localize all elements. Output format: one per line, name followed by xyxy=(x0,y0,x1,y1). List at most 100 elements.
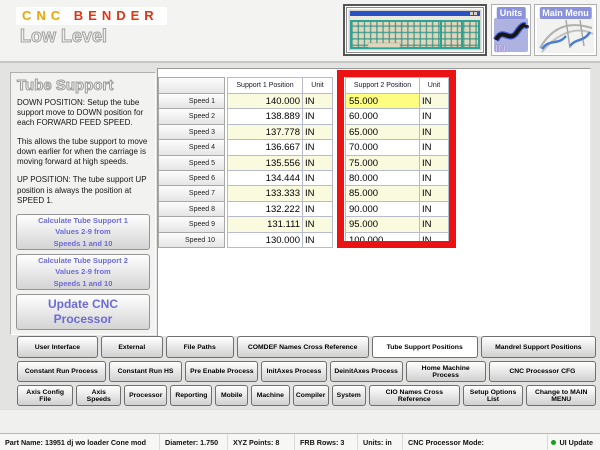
header-support2-position: Support 2 Position xyxy=(345,77,420,94)
ui-update-indicator: UI Update xyxy=(551,434,600,450)
tab[interactable]: DeinitAxes Process xyxy=(330,361,403,382)
support2-unit-cell: IN xyxy=(419,139,449,155)
page-title: Low Level xyxy=(20,26,107,47)
table-row: Speed 7 133.333 IN 85.000 IN xyxy=(159,185,449,201)
tube-support-description: DOWN POSITION: Setup the tube support mo… xyxy=(16,98,150,214)
table-row: Speed 3 137.778 IN 65.000 IN xyxy=(159,124,449,140)
table-row: Speed 1 140.000 IN 55.000 IN xyxy=(159,93,449,109)
support1-position-cell[interactable]: 133.333 xyxy=(227,185,303,201)
tab[interactable]: Axis Speeds xyxy=(76,385,121,406)
tab[interactable]: Home Machine Process xyxy=(406,361,486,382)
tab[interactable]: User Interface xyxy=(17,336,98,358)
status-item: CNC Processor Mode: xyxy=(403,434,548,450)
units-unit-text: IN xyxy=(495,43,506,54)
support1-unit-cell: IN xyxy=(302,108,333,124)
support2-position-cell[interactable]: 70.000 xyxy=(345,139,420,155)
support1-unit-cell: IN xyxy=(302,201,333,217)
tab[interactable]: Machine xyxy=(251,385,290,406)
support2-position-cell[interactable]: 60.000 xyxy=(345,108,420,124)
tab[interactable]: External xyxy=(101,336,163,358)
tab[interactable]: Constant Run Process xyxy=(17,361,106,382)
support2-unit-cell: IN xyxy=(419,124,449,140)
speed-row-label: Speed 8 xyxy=(158,201,225,217)
status-bar: Part Name: 13951 dj wo loader Cone modDi… xyxy=(0,433,600,450)
support1-position-cell[interactable]: 137.778 xyxy=(227,124,303,140)
support2-unit-cell: IN xyxy=(419,232,449,248)
tab[interactable]: File Paths xyxy=(166,336,234,358)
support1-position-cell[interactable]: 138.889 xyxy=(227,108,303,124)
tab[interactable]: Processor xyxy=(124,385,167,406)
speed-row-label: Speed 3 xyxy=(158,124,225,140)
speed-row-label: Speed 9 xyxy=(158,216,225,232)
tab[interactable]: Setup Options List xyxy=(463,385,524,406)
tab[interactable]: CIO Names Cross Reference xyxy=(369,385,460,406)
units-button[interactable]: Units IN xyxy=(491,4,531,56)
tube-support-title: Tube Support xyxy=(17,77,150,94)
status-item: Units: in xyxy=(358,434,403,450)
speed-row-label: Speed 10 xyxy=(158,232,225,248)
speed-row-label: Speed 7 xyxy=(158,185,225,201)
app-title-bender: BENDER xyxy=(74,8,159,23)
support1-position-cell[interactable]: 132.222 xyxy=(227,201,303,217)
support2-position-cell[interactable]: 65.000 xyxy=(345,124,420,140)
header-unit2: Unit xyxy=(419,77,449,94)
support1-position-cell[interactable]: 135.556 xyxy=(227,155,303,171)
bender-machine-icon xyxy=(536,41,595,58)
main-menu-button-label: Main Menu xyxy=(539,7,592,19)
tab[interactable]: COMDEF Names Cross Reference xyxy=(237,336,369,358)
tab[interactable]: InitAxes Process xyxy=(261,361,326,382)
support2-position-cell[interactable]: 95.000 xyxy=(345,216,420,232)
panel-action-button[interactable]: Update CNC Processor xyxy=(16,294,150,330)
on-screen-keyboard-button[interactable] xyxy=(343,4,487,56)
support1-unit-cell: IN xyxy=(302,139,333,155)
support1-position-cell[interactable]: 130.000 xyxy=(227,232,303,248)
panel-action-button[interactable]: Calculate Tube Support 2 Values 2-9 from… xyxy=(16,254,150,290)
table-rows: Speed 1 140.000 IN 55.000 IN Speed 2 138… xyxy=(159,93,449,248)
table-row: Speed 2 138.889 IN 60.000 IN xyxy=(159,108,449,124)
speed-row-label: Speed 1 xyxy=(158,93,225,109)
status-item: Part Name: 13951 dj wo loader Cone mod xyxy=(0,434,160,450)
tab-row-3: Axis Config FileAxis SpeedsProcessorRepo… xyxy=(17,385,596,406)
support2-position-cell[interactable]: 100.000 xyxy=(345,232,420,248)
support2-position-cell[interactable]: 90.000 xyxy=(345,201,420,217)
table-row: Speed 4 136.667 IN 70.000 IN xyxy=(159,139,449,155)
header-bar: CNC BENDER Low Level xyxy=(0,0,600,63)
tab[interactable]: Constant Run HS xyxy=(109,361,183,382)
tab[interactable]: Compiler xyxy=(293,385,329,406)
support2-position-cell[interactable]: 75.000 xyxy=(345,155,420,171)
ui-update-label: UI Update xyxy=(559,438,593,447)
units-tube-icon: IN xyxy=(493,41,529,58)
tab[interactable]: Mandrel Support Positions xyxy=(481,336,596,358)
tab[interactable]: Change to MAIN MENU xyxy=(526,385,596,406)
support1-position-cell[interactable]: 136.667 xyxy=(227,139,303,155)
support1-position-cell[interactable]: 131.111 xyxy=(227,216,303,232)
support2-position-cell[interactable]: 80.000 xyxy=(345,170,420,186)
support2-position-cell[interactable]: 55.000 xyxy=(345,93,420,109)
speed-row-label: Speed 4 xyxy=(158,139,225,155)
table-row: Speed 9 131.111 IN 95.000 IN xyxy=(159,216,449,232)
tab[interactable]: System xyxy=(332,385,366,406)
tube-support-panel: Tube Support DOWN POSITION: Setup the tu… xyxy=(10,72,156,335)
support1-position-cell[interactable]: 140.000 xyxy=(227,93,303,109)
status-item: FRB Rows: 3 xyxy=(295,434,358,450)
description-paragraph: This allows the tube support to move dow… xyxy=(17,137,149,168)
tab[interactable]: Pre Enable Process xyxy=(185,361,258,382)
speed-row-label: Speed 2 xyxy=(158,108,225,124)
support1-unit-cell: IN xyxy=(302,155,333,171)
support2-unit-cell: IN xyxy=(419,170,449,186)
main-menu-button[interactable]: Main Menu xyxy=(534,4,597,56)
support2-unit-cell: IN xyxy=(419,155,449,171)
support1-unit-cell: IN xyxy=(302,232,333,248)
tab[interactable]: Axis Config File xyxy=(17,385,73,406)
tab-row-2: Constant Run ProcessConstant Run HSPre E… xyxy=(17,361,596,382)
positions-table-panel: Support 1 Position Unit Support 2 Positi… xyxy=(157,68,591,337)
tab[interactable]: Reporting xyxy=(170,385,212,406)
tab[interactable]: CNC Processor CFG xyxy=(489,361,596,382)
tube-support-table: Support 1 Position Unit Support 2 Positi… xyxy=(159,78,449,248)
support2-position-cell[interactable]: 85.000 xyxy=(345,185,420,201)
tab[interactable]: Tube Support Positions xyxy=(372,336,478,358)
description-paragraph: UP POSITION: The tube support UP positio… xyxy=(17,175,149,206)
support1-position-cell[interactable]: 134.444 xyxy=(227,170,303,186)
tab[interactable]: Mobile xyxy=(215,385,247,406)
panel-action-button[interactable]: Calculate Tube Support 1 Values 2-9 from… xyxy=(16,214,150,250)
